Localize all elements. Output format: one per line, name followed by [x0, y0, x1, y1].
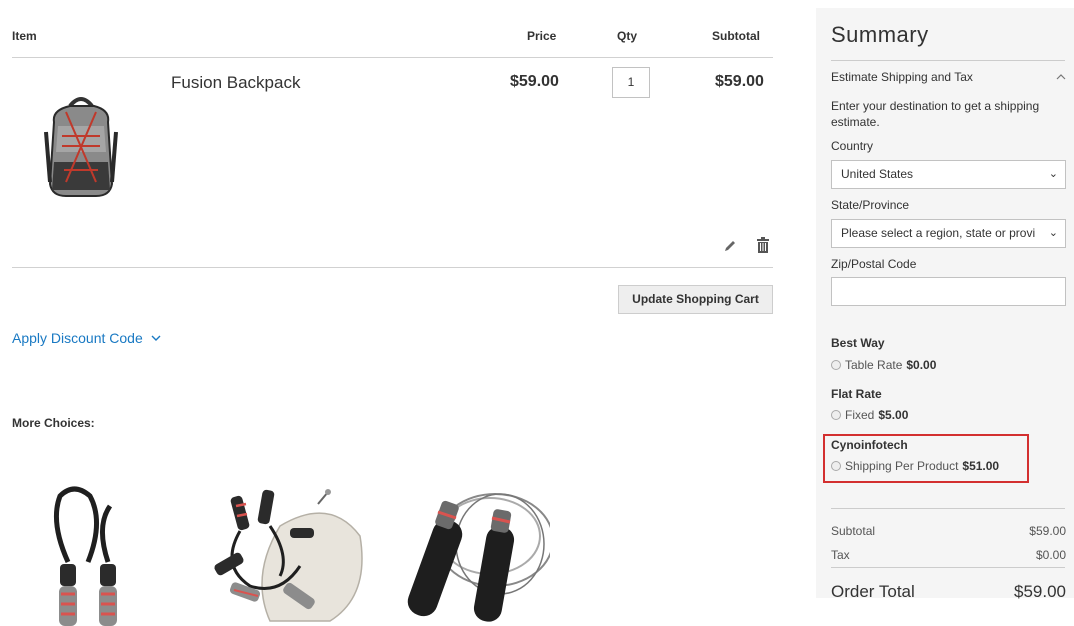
country-select[interactable]: United States ⌄ [831, 160, 1066, 189]
summary-panel: Summary Estimate Shipping and Tax Enter … [816, 8, 1074, 601]
radio-button[interactable] [831, 360, 841, 370]
item-divider [12, 267, 773, 268]
apply-discount-toggle[interactable]: Apply Discount Code [12, 330, 161, 346]
state-select[interactable]: Please select a region, state or provi ⌄ [831, 219, 1066, 248]
carrier-title-flat-rate: Flat Rate [831, 387, 882, 401]
order-total-label: Order Total [831, 582, 915, 601]
shipping-method-label: Table Rate [845, 358, 903, 372]
highlight-annotation-box [823, 434, 1029, 483]
zip-label: Zip/Postal Code [831, 257, 917, 271]
summary-title: Summary [831, 22, 929, 47]
product-thumb-resistance-kit[interactable] [210, 486, 370, 626]
tax-label: Tax [831, 548, 850, 562]
trash-icon[interactable] [757, 237, 769, 253]
column-header-item: Item [12, 29, 37, 43]
apply-discount-label: Apply Discount Code [12, 330, 143, 346]
shipping-method-label: Fixed [845, 408, 875, 422]
zip-input[interactable] [831, 277, 1066, 306]
shipping-option-fixed[interactable]: Fixed $5.00 [831, 408, 908, 422]
more-choices-title: More Choices: [12, 416, 95, 430]
header-divider [12, 57, 773, 58]
carrier-title-best-way: Best Way [831, 336, 885, 350]
column-header-price: Price [527, 29, 557, 43]
qty-input[interactable]: 1 [612, 67, 650, 98]
radio-button[interactable] [831, 410, 841, 420]
shipping-option-table-rate[interactable]: Table Rate $0.00 [831, 358, 936, 372]
shipping-method-price: $5.00 [878, 408, 909, 422]
product-thumb-jump-rope-1[interactable] [30, 482, 150, 626]
chevron-down-icon [151, 335, 161, 341]
chevron-down-icon: ⌄ [1048, 227, 1058, 239]
state-select-value: Please select a region, state or provi [841, 226, 1036, 240]
product-image-backpack[interactable] [40, 92, 122, 200]
product-name[interactable]: Fusion Backpack [171, 73, 300, 93]
product-subtotal: $59.00 [715, 73, 764, 90]
estimate-shipping-title: Estimate Shipping and Tax [831, 70, 973, 84]
estimate-shipping-toggle[interactable]: Estimate Shipping and Tax [831, 70, 1066, 84]
tax-value: $0.00 [1035, 548, 1066, 562]
estimate-shipping-help: Enter your destination to get a shipping… [831, 99, 1040, 129]
update-cart-button[interactable]: Update Shopping Cart [618, 285, 773, 314]
product-price: $59.00 [510, 73, 559, 90]
product-thumb-jump-rope-2[interactable] [400, 478, 554, 626]
order-total-value: $59.00 [1014, 582, 1066, 601]
state-label: State/Province [831, 198, 910, 212]
chevron-up-icon [1056, 74, 1066, 80]
subtotal-label: Subtotal [831, 524, 876, 538]
pencil-icon[interactable] [723, 239, 737, 253]
column-header-qty: Qty [617, 29, 638, 43]
shipping-method-price: $0.00 [906, 358, 937, 372]
chevron-down-icon: ⌄ [1048, 168, 1058, 180]
totals-divider [831, 508, 1065, 509]
order-total-divider [831, 567, 1065, 568]
country-select-value: United States [841, 167, 914, 181]
country-label: Country [831, 139, 874, 153]
summary-divider [831, 60, 1065, 61]
column-header-subtotal: Subtotal [712, 29, 760, 43]
subtotal-value: $59.00 [1029, 524, 1066, 538]
